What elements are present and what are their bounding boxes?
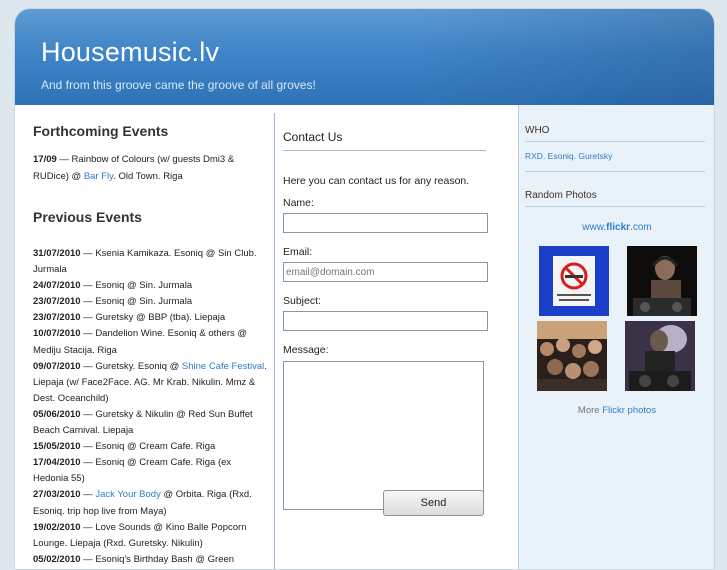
event-text: — Guretsky. Esoniq @: [80, 360, 182, 372]
message-label: Message:: [283, 344, 329, 356]
event-date: 09/07/2010: [33, 360, 81, 372]
dj-headphones-image: [627, 246, 697, 316]
event-date: 31/07/2010: [33, 248, 81, 259]
event-item: 27/03/2010 — Jack Your Body @ Orbita. Ri…: [33, 487, 269, 519]
more-flickr-link[interactable]: Flickr photos: [602, 405, 656, 416]
dj-decks-image: [625, 321, 695, 391]
event-item: 05/06/2010 — Guretsky & Nikulin @ Red Su…: [33, 407, 269, 439]
who-divider: [525, 141, 705, 142]
send-button[interactable]: Send: [383, 490, 484, 516]
event-text: —: [80, 489, 96, 501]
event-item: 05/02/2010 — Esoniq's Birthday Bash @ Gr…: [33, 552, 269, 568]
event-item: 09/07/2010 — Guretsky. Esoniq @ Shine Ca…: [33, 359, 269, 407]
event-item: 10/07/2010 — Dandelion Wine. Esoniq & ot…: [33, 326, 269, 358]
event-item: 31/07/2010 — Ksenia Kamikaza. Esoniq @ S…: [33, 246, 269, 278]
event-text: — Esoniq @ Sin. Jurmala: [80, 280, 193, 292]
forthcoming-events-title: Forthcoming Events: [33, 123, 169, 139]
contact-title: Contact Us: [283, 109, 486, 151]
flickr-com: .com: [630, 222, 652, 233]
event-date: 05/02/2010: [33, 553, 81, 565]
crowd-image: [537, 321, 607, 391]
event-date: 15/05/2010: [33, 441, 81, 453]
event-date: 17/04/2010: [33, 457, 81, 469]
more-prefix: More: [577, 405, 603, 416]
event-item: 23/07/2010 — Esoniq @ Sin. Jurmala: [33, 294, 269, 310]
event-item: 19/02/2010 — Love Sounds @ Kino Balle Po…: [33, 520, 269, 552]
page-frame: Housemusic.lv And from this groove came …: [14, 8, 715, 570]
event-item: 17/04/2010 — Esoniq @ Cream Cafe. Riga (…: [33, 455, 269, 487]
column-divider: [274, 113, 275, 569]
event-item: 17/09 — Rainbow of Colours (w/ guests Dm…: [33, 151, 269, 185]
subject-label: Subject:: [283, 295, 321, 307]
event-text: — Esoniq @ Sin. Jurmala: [80, 296, 193, 308]
event-date: 23/07/2010: [33, 296, 81, 308]
photo-thumbnail-dj-decks[interactable]: [625, 321, 695, 391]
event-date: 05/06/2010: [33, 408, 81, 420]
contact-column: Contact Us Here you can contact us for a…: [283, 109, 489, 516]
event-text: — Guretsky @ BBP (tba). Liepaja: [80, 312, 226, 324]
photo-thumbnail-crowd[interactable]: [537, 321, 607, 391]
email-field[interactable]: [283, 262, 488, 282]
previous-events-title: Previous Events: [33, 209, 142, 225]
flickr-logo-link[interactable]: www.flickr.com: [519, 222, 714, 233]
events-column: Forthcoming Events 17/09 — Rainbow of Co…: [33, 109, 269, 568]
site-tagline: And from this groove came the groove of …: [41, 78, 316, 92]
event-item: 15/05/2010 — Esoniq @ Cream Cafe. Riga: [33, 439, 269, 455]
event-venue-link[interactable]: Jack Your Body: [95, 489, 161, 500]
who-names-link[interactable]: RXD. Esoniq. Guretsky: [525, 151, 612, 161]
event-venue-link[interactable]: Bar Fly: [84, 171, 113, 182]
flickr-www: www.: [582, 222, 607, 233]
event-text: . Old Town. Riga: [113, 171, 183, 182]
subject-field[interactable]: [283, 311, 488, 331]
event-date: 17/09: [33, 154, 57, 165]
random-photos-title: Random Photos: [525, 190, 597, 201]
no-smoking-sign-image: [539, 246, 609, 316]
event-date: 10/07/2010: [33, 328, 81, 340]
event-venue-link[interactable]: Shine Cafe Festival: [182, 361, 264, 372]
previous-events-list: 31/07/2010 — Ksenia Kamikaza. Esoniq @ S…: [33, 246, 269, 568]
flickr-brand: flickr: [606, 222, 631, 233]
name-field[interactable]: [283, 213, 488, 233]
sidebar: WHO RXD. Esoniq. Guretsky Random Photos …: [518, 105, 714, 569]
event-date: 27/03/2010: [33, 489, 81, 501]
email-label: Email:: [283, 246, 313, 258]
event-item: 23/07/2010 — Guretsky @ BBP (tba). Liepa…: [33, 310, 269, 326]
forthcoming-events-list: 17/09 — Rainbow of Colours (w/ guests Dm…: [33, 151, 269, 185]
photos-divider: [525, 206, 705, 207]
site-header: Housemusic.lv And from this groove came …: [15, 9, 714, 105]
event-item: 24/07/2010 — Esoniq @ Sin. Jurmala: [33, 278, 269, 294]
contact-intro: Here you can contact us for any reason.: [283, 175, 470, 187]
site-title[interactable]: Housemusic.lv: [41, 37, 219, 68]
photo-thumbnail-no-smoking[interactable]: [539, 246, 609, 316]
event-date: 23/07/2010: [33, 312, 81, 324]
event-text: — Esoniq's Birthday Bash @ Green: [80, 553, 235, 565]
event-date: 24/07/2010: [33, 280, 81, 292]
photo-thumbnail-dj-headphones[interactable]: [627, 246, 697, 316]
event-date: 19/02/2010: [33, 521, 81, 533]
event-text: — Esoniq @ Cream Cafe. Riga: [80, 441, 216, 453]
more-flickr-photos[interactable]: More Flickr photos: [519, 405, 714, 416]
message-field[interactable]: [283, 361, 484, 510]
who-title: WHO: [525, 125, 550, 136]
name-label: Name:: [283, 197, 314, 209]
who-bottom-divider: [525, 171, 705, 172]
